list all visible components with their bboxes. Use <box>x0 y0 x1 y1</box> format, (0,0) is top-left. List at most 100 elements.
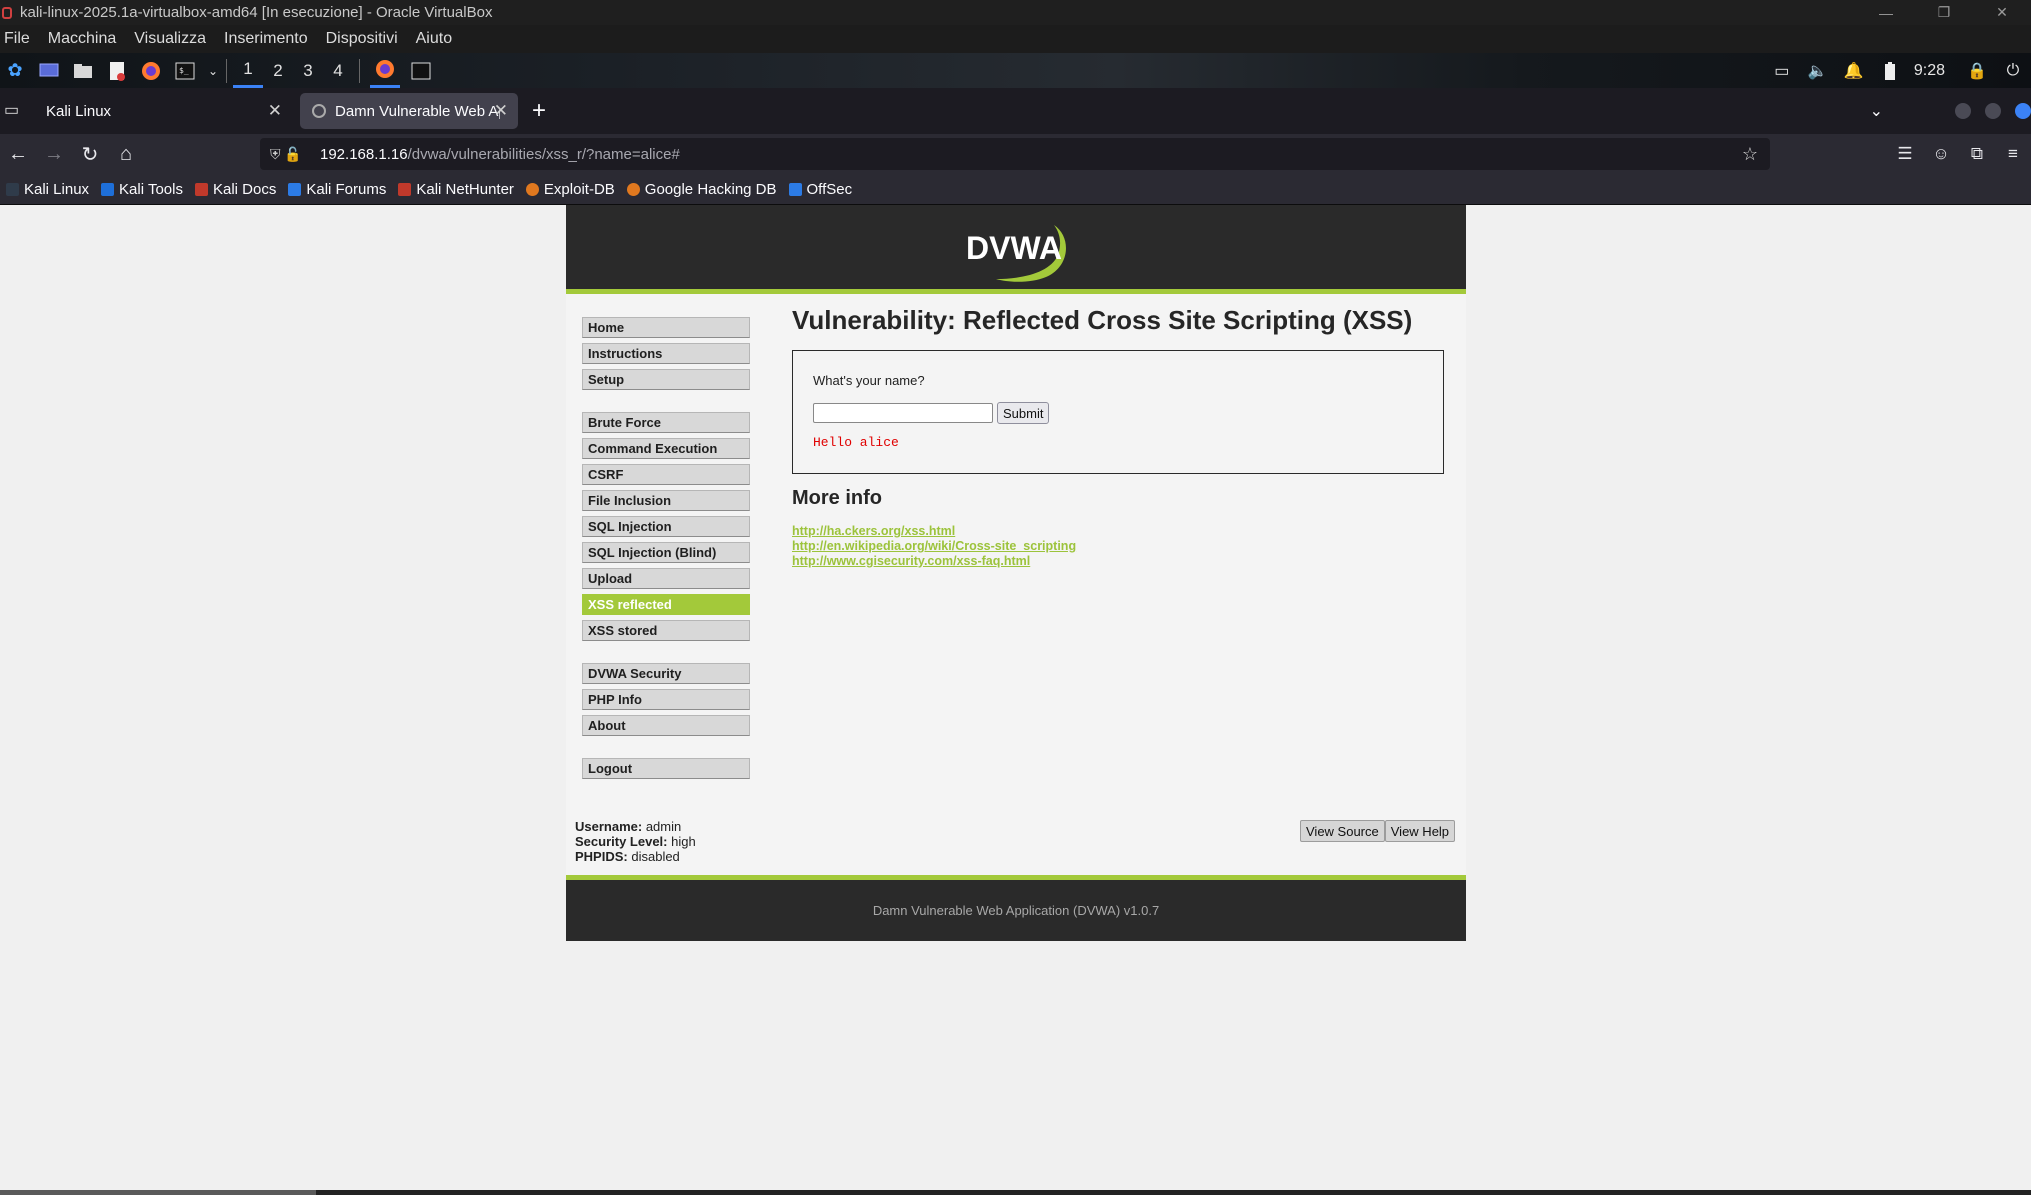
bookmark-google-hacking-db[interactable]: Google Hacking DB <box>626 180 777 198</box>
menu-macchina[interactable]: Macchina <box>48 30 116 48</box>
menu-home[interactable]: Home <box>582 317 750 338</box>
menu-setup[interactable]: Setup <box>582 369 750 390</box>
bookmark-kali-linux[interactable]: Kali Linux <box>6 181 89 198</box>
bookmark-label: Kali Tools <box>119 180 183 198</box>
menu-logout[interactable]: Logout <box>582 758 750 779</box>
maximize-dot-icon[interactable] <box>1985 103 2001 119</box>
back-icon[interactable]: ← <box>0 136 36 172</box>
bookmark-kali-forums[interactable]: Kali Forums <box>288 181 386 198</box>
menu-instructions[interactable]: Instructions <box>582 343 750 364</box>
firefox-task-icon[interactable] <box>370 53 400 88</box>
minimize-dot-icon[interactable] <box>1955 103 1971 119</box>
extensions-icon[interactable]: ⧉ <box>1959 144 1995 164</box>
display-icon[interactable]: ▭ <box>1764 61 1800 81</box>
dvwa-footer: Damn Vulnerable Web Application (DVWA) v… <box>566 875 1466 941</box>
source-help-buttons: View Source View Help <box>1300 820 1456 842</box>
bookmarks-bar: Kali Linux Kali Tools Kali Docs Kali For… <box>0 174 2031 205</box>
bookmark-kali-tools[interactable]: Kali Tools <box>101 181 183 198</box>
dvwa-logo: DVWA <box>966 225 1066 282</box>
bookmark-star-icon[interactable]: ☆ <box>1742 144 1758 165</box>
restore-icon[interactable]: ❐ <box>1915 0 1973 25</box>
menu-gap <box>582 395 752 412</box>
bookmark-label: Kali Docs <box>212 180 277 198</box>
menu-file-inclusion[interactable]: File Inclusion <box>582 490 750 511</box>
home-icon[interactable]: ⌂ <box>108 136 144 172</box>
menu-dvwa-security[interactable]: DVWA Security <box>582 663 750 684</box>
menu-php-info[interactable]: PHP Info <box>582 689 750 710</box>
kali-menu-icon[interactable]: ✿ <box>2 58 28 84</box>
bookmark-label: Google Hacking DB <box>644 180 777 198</box>
bookmark-kali-docs[interactable]: Kali Docs <box>194 180 277 198</box>
menu-visualizza[interactable]: Visualizza <box>134 30 206 48</box>
menu-command-execution[interactable]: Command Execution <box>582 438 750 459</box>
menu-sql-injection[interactable]: SQL Injection <box>582 516 750 537</box>
name-input[interactable] <box>813 403 993 423</box>
view-source-button[interactable]: View Source <box>1300 820 1385 842</box>
close-icon[interactable]: ✕ <box>494 101 508 121</box>
bookmark-exploit-db[interactable]: Exploit-DB <box>525 181 615 198</box>
app-menu-icon[interactable]: ≡ <box>1995 144 2031 164</box>
firefox-icon[interactable] <box>138 58 164 84</box>
workspace-3[interactable]: 3 <box>293 53 323 88</box>
menu-file[interactable]: File <box>4 30 30 48</box>
menu-csrf[interactable]: CSRF <box>582 464 750 485</box>
clock[interactable]: 9:28 <box>1914 62 1945 80</box>
forward-icon[interactable]: → <box>36 136 72 172</box>
page-title: Vulnerability: Reflected Cross Site Scri… <box>792 305 1413 335</box>
reload-icon[interactable]: ↻ <box>72 136 108 172</box>
lock-icon[interactable]: 🔒 <box>1959 61 1995 81</box>
panel-separator <box>359 58 360 83</box>
view-help-button[interactable]: View Help <box>1384 820 1456 842</box>
minimize-icon[interactable]: — <box>1857 0 1915 25</box>
url-path: /dvwa/vulnerabilities/xss_r/?name=alice# <box>407 145 680 163</box>
shield-lock-icon[interactable]: ⛨ 🔓 <box>270 146 320 163</box>
ghdb-icon <box>626 182 640 196</box>
terminal-task-icon[interactable] <box>408 58 434 84</box>
bookmark-offsec[interactable]: OffSec <box>788 181 852 198</box>
menu-about[interactable]: About <box>582 715 750 736</box>
text-editor-icon[interactable] <box>104 58 130 84</box>
vbox-menubar: File Macchina Visualizza Inserimento Dis… <box>0 25 2031 53</box>
menu-xss-reflected[interactable]: XSS reflected <box>582 594 750 615</box>
link-wikipedia-xss[interactable]: http://en.wikipedia.org/wiki/Cross-site_… <box>792 539 1076 554</box>
battery-icon[interactable] <box>1872 61 1908 81</box>
workspace-2[interactable]: 2 <box>263 53 293 88</box>
menu-sql-injection-blind[interactable]: SQL Injection (Blind) <box>582 542 750 563</box>
desktop-icon[interactable] <box>36 58 62 84</box>
menu-brute-force[interactable]: Brute Force <box>582 412 750 433</box>
file-manager-icon[interactable] <box>70 58 96 84</box>
volume-icon[interactable]: 🔈 <box>1800 61 1836 81</box>
kali-icon <box>6 182 19 196</box>
bottom-scroll-strip <box>0 1190 2031 1195</box>
terminal-icon[interactable]: $_ <box>172 58 198 84</box>
menu-inserimento[interactable]: Inserimento <box>224 30 308 48</box>
new-tab-button[interactable]: + <box>532 97 546 125</box>
workspace-1[interactable]: 1 <box>233 53 263 88</box>
submit-button[interactable]: Submit <box>997 402 1050 424</box>
menu-xss-stored[interactable]: XSS stored <box>582 620 750 641</box>
vulnerable-form-box: What's your name? Submit Hello alice <box>792 350 1444 474</box>
notification-bell-icon[interactable]: 🔔 <box>1836 61 1872 81</box>
close-dot-icon[interactable] <box>2015 103 2031 119</box>
close-icon[interactable]: ✕ <box>268 101 282 121</box>
url-bar[interactable]: ⛨ 🔓 192.168.1.16/dvwa/vulnerabilities/xs… <box>260 138 1770 170</box>
chevron-down-icon[interactable]: ⌄ <box>206 58 220 84</box>
bookmark-kali-nethunter[interactable]: Kali NetHunter <box>398 181 514 198</box>
url-host: 192.168.1.16 <box>320 145 408 163</box>
menu-upload[interactable]: Upload <box>582 568 750 589</box>
vbox-titlebar: kali-linux-2025.1a-virtualbox-amd64 [In … <box>0 0 2031 25</box>
close-icon[interactable]: ✕ <box>1973 0 2031 25</box>
horizontal-scrollbar-thumb[interactable] <box>0 1190 316 1195</box>
pocket-icon[interactable]: ☰ <box>1887 144 1923 164</box>
link-cgisecurity[interactable]: http://www.cgisecurity.com/xss-faq.html <box>792 554 1076 569</box>
menu-aiuto[interactable]: Aiuto <box>416 30 452 48</box>
account-icon[interactable]: ☺ <box>1923 144 1959 164</box>
tab-list-icon[interactable]: ▭ <box>4 100 19 120</box>
tab-dvwa[interactable]: Damn Vulnerable Web Ap ✕ <box>300 93 518 129</box>
tab-kali-linux[interactable]: Kali Linux ✕ <box>34 93 292 129</box>
menu-dispositivi[interactable]: Dispositivi <box>326 30 398 48</box>
link-ha-ckers[interactable]: http://ha.ckers.org/xss.html <box>792 524 1076 539</box>
chevron-down-icon[interactable]: ⌄ <box>1870 101 1883 121</box>
power-icon[interactable]: ⏻ <box>1995 62 2031 80</box>
workspace-4[interactable]: 4 <box>323 53 353 88</box>
